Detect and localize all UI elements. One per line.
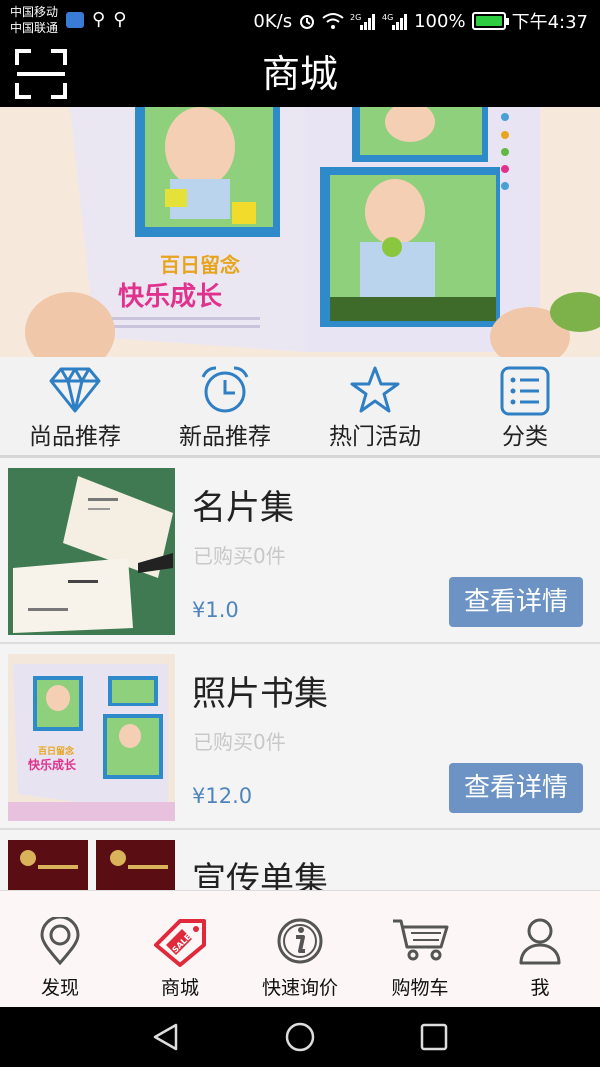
product-thumbnail — [8, 468, 175, 635]
list-item[interactable]: 宣传单集 — [0, 830, 600, 890]
category-item-classify[interactable]: 分类 — [450, 357, 600, 455]
signal-4g-icon: 4G — [382, 13, 408, 30]
alarm-clock-icon — [201, 366, 249, 413]
product-list[interactable]: 名片集 已购买0件 ¥1.0 查看详情 百日留念 快乐成长 照片书集 已购买0件… — [0, 458, 600, 890]
tab-quick-quote[interactable]: 快速询价 — [240, 891, 360, 1007]
category-label: 热门活动 — [329, 424, 421, 450]
svg-text:4G: 4G — [382, 13, 393, 22]
category-item-new[interactable]: 新品推荐 — [150, 357, 300, 455]
view-details-button[interactable]: 查看详情 — [449, 577, 583, 627]
page-title: 商城 — [261, 52, 338, 96]
system-nav-bar — [0, 1007, 600, 1067]
product-price: ¥12.0 — [192, 784, 253, 808]
category-item-premium[interactable]: 尚品推荐 — [0, 357, 150, 455]
list-icon — [500, 366, 550, 416]
svg-text:百日留念: 百日留念 — [160, 253, 240, 277]
category-label: 新品推荐 — [179, 424, 271, 450]
svg-text:百日留念: 百日留念 — [38, 745, 74, 757]
list-item[interactable]: 名片集 已购买0件 ¥1.0 查看详情 — [0, 458, 600, 644]
status-bar: 中国移动 中国联通 ⚲ ⚲ 0K/s 2G 4G 100% 下午4:37 — [0, 0, 600, 40]
category-label: 尚品推荐 — [29, 424, 121, 450]
info-icon — [277, 918, 323, 964]
net-speed: 0K/s — [253, 10, 293, 32]
product-thumbnail — [8, 840, 175, 890]
diamond-icon — [49, 367, 101, 413]
svg-text:快乐成长: 快乐成长 — [118, 282, 223, 312]
alarm-icon — [300, 15, 315, 29]
usb-icon: ⚲ — [92, 9, 106, 30]
back-icon[interactable] — [150, 1021, 182, 1053]
title-bar: 商城 — [0, 40, 600, 107]
usb-icon: ⚲ — [113, 9, 127, 30]
sale-tag-icon: SALE — [154, 919, 206, 967]
svg-text:快乐成长: 快乐成长 — [28, 757, 77, 772]
tab-cart[interactable]: 购物车 — [360, 891, 480, 1007]
signal-2g-icon: 2G — [350, 13, 376, 30]
tab-discover[interactable]: 发现 — [0, 891, 120, 1007]
list-item[interactable]: 百日留念 快乐成长 照片书集 已购买0件 ¥12.0 查看详情 — [0, 644, 600, 830]
category-item-events[interactable]: 热门活动 — [300, 357, 450, 455]
battery-percent: 100% — [414, 10, 466, 32]
star-icon — [350, 366, 400, 413]
product-name: 名片集 — [192, 488, 294, 528]
notification-icons: ⚲ ⚲ — [66, 11, 126, 29]
status-right: 0K/s 2G 4G 100% 下午4:37 — [253, 8, 588, 34]
product-sold-count: 已购买0件 — [193, 544, 286, 568]
svg-text:2G: 2G — [350, 13, 361, 22]
product-thumbnail: 百日留念 快乐成长 — [8, 654, 175, 821]
app-screen: 中国移动 中国联通 ⚲ ⚲ 0K/s 2G 4G 100% 下午4:37 商城 … — [0, 0, 600, 1067]
recents-icon[interactable] — [418, 1021, 450, 1053]
cart-icon — [393, 919, 449, 961]
location-pin-icon — [40, 917, 80, 965]
bottom-tab-bar: 发现 SALE 商城 快速询价 购物车 我 — [0, 890, 600, 1007]
carrier-2: 中国联通 — [10, 21, 59, 35]
tab-label: 快速询价 — [261, 977, 338, 999]
tab-label: 商城 — [160, 977, 199, 999]
category-bar: 尚品推荐 新品推荐 热门活动 分类 — [0, 357, 600, 458]
tab-mall[interactable]: SALE 商城 — [120, 891, 240, 1007]
tab-label: 发现 — [40, 977, 79, 999]
message-icon — [66, 12, 84, 28]
carrier-info: 中国移动 中国联通 — [10, 4, 58, 36]
carrier-1: 中国移动 — [10, 5, 59, 19]
tab-label: 购物车 — [391, 977, 449, 999]
tab-label: 我 — [530, 977, 550, 999]
clock: 下午4:37 — [511, 12, 588, 33]
product-name: 照片书集 — [192, 674, 328, 714]
product-sold-count: 已购买0件 — [193, 730, 286, 754]
tab-me[interactable]: 我 — [480, 891, 600, 1007]
battery-icon — [471, 12, 509, 30]
wifi-icon — [322, 13, 344, 29]
promo-banner[interactable]: 百日留念 快乐成长 — [0, 107, 600, 357]
view-details-button[interactable]: 查看详情 — [449, 763, 583, 813]
product-name: 宣传单集 — [192, 860, 328, 890]
category-label: 分类 — [502, 424, 548, 450]
banner-image: 百日留念 快乐成长 — [0, 107, 600, 357]
person-icon — [519, 918, 561, 965]
home-icon[interactable] — [284, 1021, 316, 1053]
product-price: ¥1.0 — [192, 598, 239, 622]
